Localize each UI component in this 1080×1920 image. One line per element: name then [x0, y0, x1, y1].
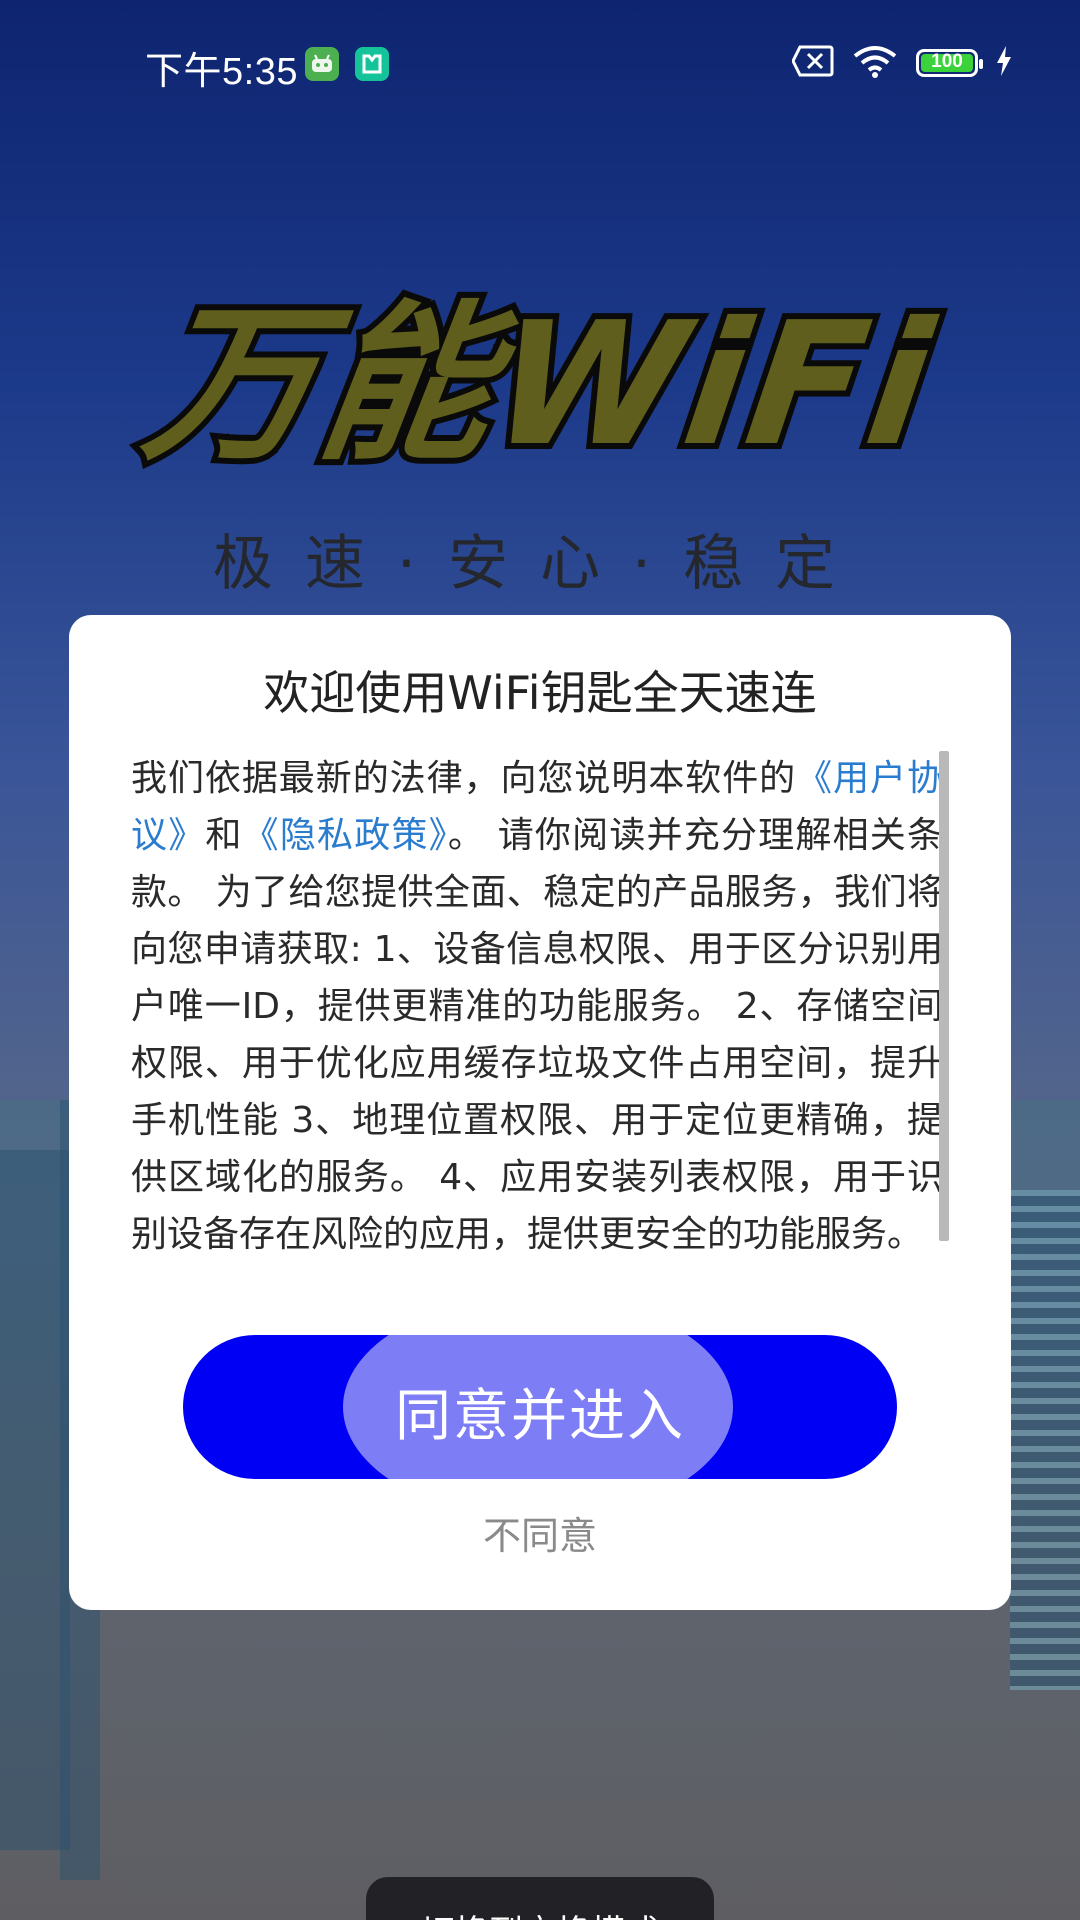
app-screen: 下午5:35 100 万能WiFi 极速·安心·稳定 欢迎使用WiFi钥匙全天速… [0, 0, 1080, 1920]
building-right [1010, 1190, 1080, 1690]
battery-level: 100 [931, 51, 963, 72]
body-rest: 。 请你阅读并充分理解相关条款。 为了给您提供全面、稳定的产品服务，我们将向您申… [131, 815, 943, 1255]
charging-bolt-icon [996, 46, 1012, 80]
status-bar: 下午5:35 100 [0, 0, 1080, 130]
toast-text: 切换到交换模式 [366, 1905, 714, 1920]
dialog-body-scroll[interactable]: 我们依据最新的法律，向您说明本软件的《用户协议》和《隐私政策》。 请你阅读并充分… [131, 750, 976, 1410]
body-intro: 我们依据最新的法律，向您说明本软件的 [131, 758, 797, 799]
dialog-scrollbar[interactable] [939, 751, 949, 1241]
body-and: 和 [205, 815, 243, 856]
status-icons: 100 [791, 44, 1012, 82]
privacy-policy-link[interactable]: 《隐私政策》 [243, 815, 448, 856]
xiaomi-app-icon [355, 47, 389, 81]
agree-button-label: 同意并进入 [395, 1384, 685, 1449]
dialog-body-text: 我们依据最新的法律，向您说明本软件的《用户协议》和《隐私政策》。 请你阅读并充分… [131, 750, 943, 1263]
dialog-title: 欢迎使用WiFi钥匙全天速连 [263, 666, 817, 720]
wifi-icon [852, 44, 898, 82]
toast: 切换到交换模式 [366, 1877, 714, 1920]
disagree-button[interactable]: 不同意 [69, 1505, 1011, 1560]
app-logo-title: 万能WiFi [128, 280, 952, 490]
android-robot-icon [305, 47, 339, 81]
agree-button[interactable]: 同意并进入 [183, 1335, 897, 1479]
battery-cap [979, 59, 983, 69]
privacy-dialog: 欢迎使用WiFi钥匙全天速连 我们依据最新的法律，向您说明本软件的《用户协议》和… [69, 615, 1011, 1610]
app-slogan: 极速·安心·稳定 [212, 529, 868, 599]
battery-icon: 100 [916, 49, 983, 77]
sim-blocked-icon [791, 45, 834, 81]
status-time: 下午5:35 [145, 51, 298, 93]
